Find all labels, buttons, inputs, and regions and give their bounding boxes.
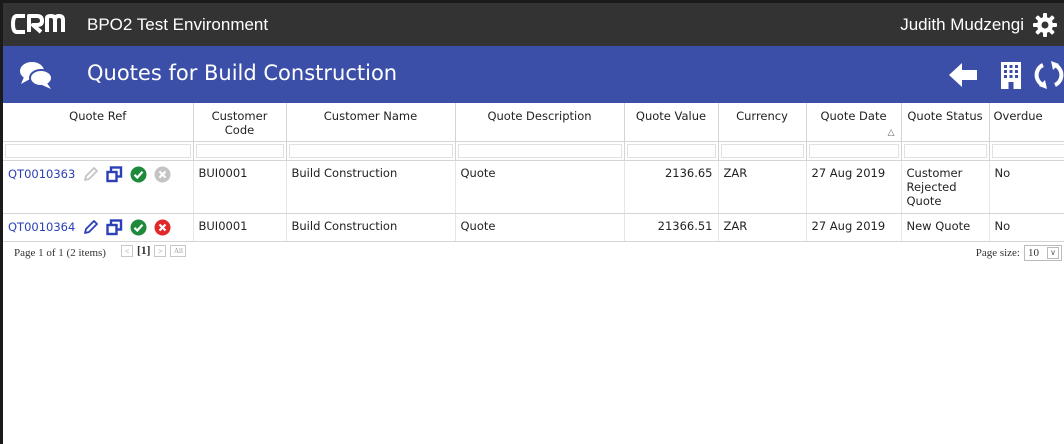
filter-cell bbox=[193, 141, 287, 161]
filter-cell bbox=[286, 141, 456, 161]
filter-quote-description[interactable] bbox=[457, 143, 622, 158]
column-header-overdue[interactable]: Overdue bbox=[989, 103, 1064, 142]
filter-overdue[interactable] bbox=[991, 143, 1064, 158]
quote-ref-cell: QT0010363 bbox=[3, 160, 194, 214]
filter-quote-date[interactable] bbox=[808, 143, 899, 158]
page-size-select[interactable]: 10 ∨ bbox=[1024, 245, 1062, 261]
filter-cell bbox=[989, 141, 1064, 161]
column-header-quote-date[interactable]: Quote Date △ bbox=[806, 103, 902, 142]
quote-value-cell: 21366.51 bbox=[624, 213, 719, 242]
quote-description-cell: Quote bbox=[455, 213, 625, 242]
quote-ref-link[interactable]: QT0010364 bbox=[8, 220, 75, 234]
column-header-currency[interactable]: Currency bbox=[718, 103, 807, 142]
refresh-icon[interactable] bbox=[1033, 59, 1064, 91]
customer-name-cell: Build Construction bbox=[286, 160, 456, 214]
reject-x-icon[interactable] bbox=[154, 219, 171, 236]
quote-status-cell: New Quote bbox=[901, 213, 990, 242]
filter-cell bbox=[718, 141, 807, 161]
building-icon[interactable] bbox=[995, 59, 1027, 91]
prev-page-button[interactable]: < bbox=[121, 245, 133, 257]
chevron-down-icon[interactable]: ∨ bbox=[1047, 247, 1059, 259]
column-header-quote-ref[interactable]: Quote Ref bbox=[3, 103, 194, 142]
customer-code-cell: BUI0001 bbox=[193, 213, 287, 242]
page-header: Quotes for Build Construction bbox=[3, 46, 1064, 103]
filter-currency[interactable] bbox=[720, 143, 804, 158]
filter-quote-value[interactable] bbox=[626, 143, 716, 158]
page-size-value: 10 bbox=[1028, 247, 1039, 259]
quotes-table: Quote Ref Customer Code Customer Name Qu… bbox=[3, 103, 1064, 242]
quote-ref-link[interactable]: QT0010363 bbox=[8, 167, 75, 181]
pager: Page 1 of 1 (2 items) < [1] > All Page s… bbox=[3, 243, 1064, 265]
filter-cell bbox=[3, 141, 194, 161]
customer-name-cell: Build Construction bbox=[286, 213, 456, 242]
quote-description-cell: Quote bbox=[455, 160, 625, 214]
reject-x-icon bbox=[154, 166, 171, 182]
filter-cell bbox=[455, 141, 625, 161]
filter-row bbox=[3, 141, 1064, 161]
table-row[interactable]: QT0010364 BUI0001 Build Construction Quo… bbox=[3, 213, 1064, 242]
overdue-cell: No bbox=[989, 160, 1064, 214]
column-header-quote-status[interactable]: Quote Status bbox=[901, 103, 990, 142]
user-name[interactable]: Judith Mudzengi bbox=[900, 15, 1024, 35]
header-row: Quote Ref Customer Code Customer Name Qu… bbox=[3, 103, 1064, 142]
filter-quote-ref[interactable] bbox=[5, 143, 191, 158]
column-header-quote-value[interactable]: Quote Value bbox=[624, 103, 719, 142]
quote-date-cell: 27 Aug 2019 bbox=[806, 160, 902, 214]
copy-icon[interactable] bbox=[106, 218, 123, 236]
copy-icon[interactable] bbox=[106, 165, 123, 183]
edit-pencil-icon[interactable] bbox=[82, 219, 99, 236]
quote-status-cell: Customer Rejected Quote bbox=[901, 160, 990, 214]
app-title: BPO2 Test Environment bbox=[87, 15, 269, 34]
top-bar: BPO2 Test Environment Judith Mudzengi bbox=[3, 3, 1064, 46]
quote-date-cell: 27 Aug 2019 bbox=[806, 213, 902, 242]
approve-check-icon[interactable] bbox=[130, 219, 147, 236]
quote-ref-cell: QT0010364 bbox=[3, 213, 194, 242]
edit-pencil-icon bbox=[84, 166, 99, 181]
filter-customer-code[interactable] bbox=[195, 143, 284, 158]
page-size: Page size: 10 ∨ bbox=[976, 245, 1062, 261]
page-size-label: Page size: bbox=[975, 247, 1020, 259]
filter-customer-name[interactable] bbox=[288, 143, 453, 158]
table-row[interactable]: QT0010363 BUI0001 Build Construction Quo… bbox=[3, 160, 1064, 214]
crm-logo bbox=[11, 12, 79, 36]
column-header-quote-description[interactable]: Quote Description bbox=[455, 103, 625, 142]
next-page-button[interactable]: > bbox=[154, 245, 167, 257]
approve-check-icon[interactable] bbox=[130, 166, 147, 183]
pager-nav: < [1] > All bbox=[121, 245, 187, 257]
gear-icon[interactable] bbox=[1032, 12, 1058, 38]
column-header-customer-name[interactable]: Customer Name bbox=[286, 103, 456, 142]
crm-logo-graphic bbox=[11, 13, 65, 34]
quotes-grid: Quote Ref Customer Code Customer Name Qu… bbox=[3, 103, 1064, 242]
show-all-button[interactable]: All bbox=[170, 245, 187, 257]
filter-cell bbox=[806, 141, 902, 161]
pager-info: Page 1 of 1 (2 items) bbox=[14, 247, 106, 259]
back-arrow-icon[interactable] bbox=[947, 59, 979, 91]
currency-cell: ZAR bbox=[718, 213, 807, 242]
filter-cell bbox=[901, 141, 990, 161]
customer-code-cell: BUI0001 bbox=[193, 160, 287, 214]
filter-quote-status[interactable] bbox=[903, 143, 987, 158]
sort-ascending-icon: △ bbox=[887, 127, 895, 138]
currency-cell: ZAR bbox=[718, 160, 807, 214]
current-page: [1] bbox=[137, 245, 151, 257]
chat-bubbles-icon bbox=[20, 62, 53, 89]
column-header-customer-code[interactable]: Customer Code bbox=[193, 103, 287, 142]
quote-value-cell: 2136.65 bbox=[624, 160, 719, 214]
overdue-cell: No bbox=[989, 213, 1064, 242]
page-title: Quotes for Build Construction bbox=[87, 61, 398, 85]
filter-cell bbox=[624, 141, 719, 161]
